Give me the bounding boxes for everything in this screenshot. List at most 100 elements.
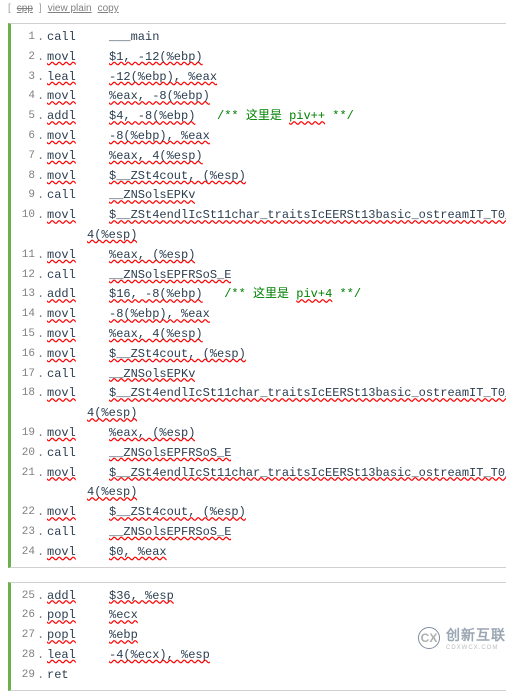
line-dot: .: [37, 345, 45, 365]
line-dot: .: [37, 543, 45, 563]
code-content: movl%eax, 4(%esp): [45, 325, 203, 345]
asm-op: movl: [47, 167, 109, 187]
code-content: call__ZNSolsEPFRSoS_E: [45, 523, 231, 543]
line-number: 7: [11, 147, 37, 165]
asm-arg-wrap: 4(%esp): [87, 406, 137, 420]
line-number: 25: [11, 587, 37, 605]
line-number: 15: [11, 325, 37, 343]
line-number: 8: [11, 167, 37, 185]
asm-arg: %ecx: [109, 608, 138, 622]
code-line: 5.addl$4, -8(%ebp) /** 这里是 piv++ **/: [11, 107, 506, 127]
asm-arg: -8(%ebp), %eax: [109, 307, 210, 321]
line-dot: .: [37, 87, 45, 107]
code-line: 25.addl$36, %esp: [11, 587, 506, 607]
line-dot: .: [37, 424, 45, 444]
line-number: 4: [11, 87, 37, 105]
line-number: 23: [11, 523, 37, 541]
line-number: 9: [11, 186, 37, 204]
asm-arg: __ZNSolsEPFRSoS_E: [109, 446, 231, 460]
line-dot: .: [37, 246, 45, 266]
code-line: 20.call__ZNSolsEPFRSoS_E: [11, 444, 506, 464]
code-line: 1.call___main: [11, 28, 506, 48]
code-content: movl%eax, -8(%ebp): [45, 87, 210, 107]
line-dot: .: [37, 206, 45, 226]
code-content: movl-8(%ebp), %eax: [45, 127, 210, 147]
code-line: 6.movl-8(%ebp), %eax: [11, 127, 506, 147]
line-dot: .: [37, 666, 45, 686]
asm-arg: -8(%ebp), %eax: [109, 129, 210, 143]
asm-arg: %eax, 4(%esp): [109, 149, 203, 163]
code-line: 4.movl%eax, -8(%ebp): [11, 87, 506, 107]
line-number: 26: [11, 606, 37, 624]
code-content: call__ZNSolsEPKv: [45, 365, 195, 385]
line-dot: .: [37, 186, 45, 206]
code-content: movl%eax, (%esp): [45, 424, 195, 444]
code-content: call__ZNSolsEPKv: [45, 186, 195, 206]
asm-arg-wrap: 4(%esp): [87, 228, 137, 242]
asm-arg: %eax, 4(%esp): [109, 327, 203, 341]
code-content: call___main: [45, 28, 159, 48]
asm-arg: $1, -12(%ebp): [109, 50, 203, 64]
code-line: 8.movl$__ZSt4cout, (%esp): [11, 167, 506, 187]
asm-op: addl: [47, 587, 109, 607]
code-block: 1.call___main2.movl$1, -12(%ebp)3.leal-1…: [8, 23, 506, 568]
asm-arg: __ZNSolsEPFRSoS_E: [109, 268, 231, 282]
line-number: 3: [11, 68, 37, 86]
line-dot: .: [37, 147, 45, 167]
line-number: 14: [11, 305, 37, 323]
line-dot: .: [37, 626, 45, 646]
line-dot: .: [37, 384, 45, 404]
code-line: 13.addl$16, -8(%ebp) /** 这里是 piv+4 **/: [11, 285, 506, 305]
line-dot: .: [37, 285, 45, 305]
line-number: 10: [11, 206, 37, 224]
asm-op: movl: [47, 305, 109, 325]
line-dot: .: [37, 28, 45, 48]
code-content: movl$__ZSt4cout, (%esp): [45, 503, 246, 523]
line-number: 5: [11, 107, 37, 125]
line-dot: .: [37, 606, 45, 626]
line-number: 22: [11, 503, 37, 521]
code-content: leal-12(%ebp), %eax: [45, 68, 217, 88]
asm-op: call: [47, 365, 109, 385]
line-dot: .: [37, 167, 45, 187]
line-dot: .: [37, 587, 45, 607]
asm-op: movl: [47, 48, 109, 68]
code-content: movl$__ZSt4cout, (%esp): [45, 167, 246, 187]
code-line: 2.movl$1, -12(%ebp): [11, 48, 506, 68]
line-dot: .: [37, 127, 45, 147]
asm-arg: %eax, (%esp): [109, 426, 195, 440]
asm-arg: %eax, -8(%ebp): [109, 89, 210, 103]
asm-arg: $__ZSt4endlIcSt11char_traitsIcEERSt13bas…: [109, 208, 506, 222]
toolbar-cpp-link[interactable]: cpp: [17, 3, 33, 14]
asm-op: addl: [47, 285, 109, 305]
asm-op: call: [47, 28, 109, 48]
watermark-logo-icon: CX: [418, 627, 440, 649]
asm-arg: $__ZSt4cout, (%esp): [109, 505, 246, 519]
line-number: 2: [11, 48, 37, 66]
asm-op: leal: [47, 646, 109, 666]
code-line: 9.call__ZNSolsEPKv: [11, 186, 506, 206]
watermark-subtext: CDXWCX.COM: [446, 645, 506, 651]
line-number: 17: [11, 365, 37, 383]
asm-arg: -12(%ebp), %eax: [109, 70, 217, 84]
code-line: 29.ret: [11, 666, 506, 686]
asm-op: movl: [47, 147, 109, 167]
asm-op: movl: [47, 543, 109, 563]
code-content: movl$__ZSt4endlIcSt11char_traitsIcEERSt1…: [45, 384, 506, 404]
code-line: 17.call__ZNSolsEPKv: [11, 365, 506, 385]
asm-op: leal: [47, 68, 109, 88]
asm-op: movl: [47, 325, 109, 345]
code-content: movl$0, %eax: [45, 543, 167, 563]
line-number: 18: [11, 384, 37, 402]
code-content: popl%ebp: [45, 626, 138, 646]
asm-arg: %ebp: [109, 628, 138, 642]
code-content: popl%ecx: [45, 606, 138, 626]
code-line: 23.call__ZNSolsEPFRSoS_E: [11, 523, 506, 543]
asm-op: movl: [47, 464, 109, 484]
asm-arg: $4, -8(%ebp): [109, 109, 195, 123]
toolbar-view-plain-link[interactable]: view plain: [48, 3, 92, 14]
asm-arg: __ZNSolsEPKv: [109, 367, 195, 381]
toolbar-copy-link[interactable]: copy: [98, 3, 119, 14]
asm-op: addl: [47, 107, 109, 127]
line-number: 20: [11, 444, 37, 462]
